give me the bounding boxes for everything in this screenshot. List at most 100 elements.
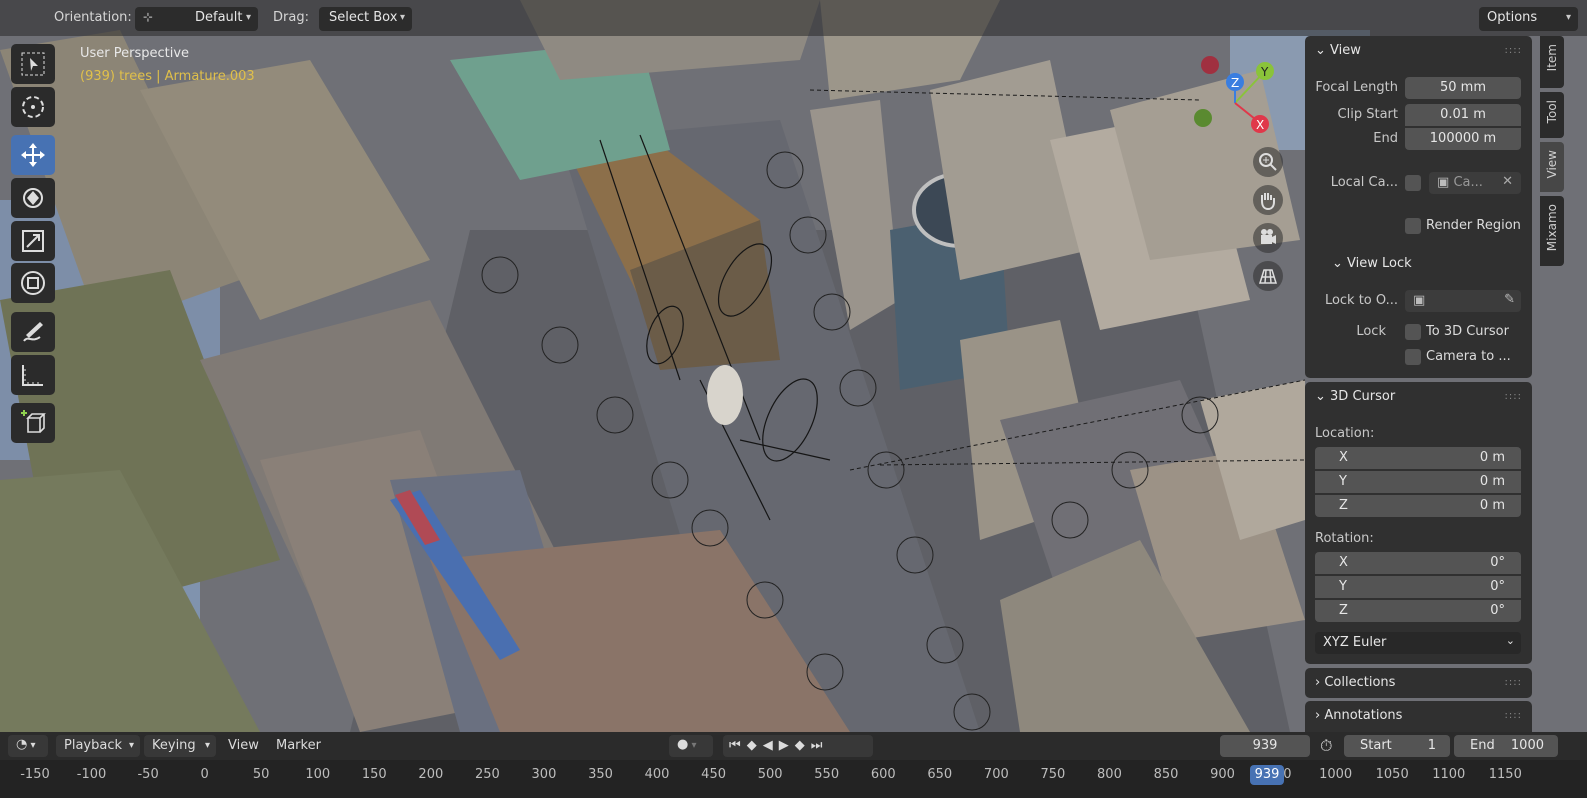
chevron-down-icon: ▾ — [204, 740, 210, 751]
move-tool[interactable] — [11, 135, 55, 175]
drag-handle-icon[interactable]: :::: — [1505, 677, 1522, 688]
view-panel-header[interactable]: ⌄ View — [1315, 43, 1361, 58]
record-button[interactable]: ● ▾ — [669, 735, 713, 757]
play-reverse-icon[interactable]: ◀ — [763, 738, 779, 753]
keying-label: Keying — [152, 738, 196, 753]
blender-window: Orientation: ⊹ Default ▾ Drag: Select Bo… — [0, 0, 1587, 798]
current-frame-indicator[interactable]: 939 — [1250, 765, 1284, 785]
ruler-tick: 350 — [588, 767, 613, 782]
view-lock-header[interactable]: ⌄ View Lock — [1332, 256, 1412, 271]
select-box-tool[interactable] — [11, 44, 55, 84]
rotation-y-field[interactable]: Y 0° — [1315, 576, 1521, 598]
jump-start-icon[interactable]: ⏮ — [729, 738, 747, 753]
drag-dropdown[interactable]: Select Box ▾ — [319, 7, 412, 31]
ruler-tick: 700 — [983, 767, 1009, 782]
location-y-field[interactable]: Y 0 m — [1315, 471, 1521, 493]
clip-end-field[interactable]: 100000 m — [1405, 128, 1521, 150]
rotation-x-field[interactable]: X 0° — [1315, 552, 1521, 574]
annotate-tool[interactable] — [11, 312, 55, 352]
editor-type-button[interactable]: ◔ ▾ — [8, 735, 48, 757]
to-3d-cursor-label: To 3D Cursor — [1426, 324, 1509, 339]
select-box-icon — [21, 52, 45, 76]
focal-length-field[interactable]: 50 mm — [1405, 77, 1521, 99]
annotations-header[interactable]: › Annotations — [1315, 708, 1402, 723]
tab-mixamo[interactable]: Mixamo — [1540, 196, 1564, 266]
camera-object-icon: ▣ — [1437, 175, 1450, 190]
zoom-icon[interactable] — [1253, 147, 1283, 177]
ruler-tick: -150 — [20, 767, 50, 782]
pan-hand-icon[interactable] — [1253, 185, 1283, 215]
keying-menu[interactable]: Keying ▾ — [144, 735, 216, 757]
cursor-tool[interactable] — [11, 87, 55, 127]
ruler-tick: 150 — [361, 767, 387, 782]
sidebar-panel: ⌄ View :::: Focal Length 50 mm Clip Star… — [1305, 36, 1532, 732]
rotation-mode-dropdown[interactable]: XYZ Euler ⌄ — [1315, 632, 1521, 654]
clip-start-field[interactable]: 0.01 m — [1405, 104, 1521, 126]
viewport-subtitle: (939) trees | Armature.003 — [80, 69, 255, 84]
3d-viewport[interactable]: Orientation: ⊹ Default ▾ Drag: Select Bo… — [0, 0, 1587, 732]
location-z-field[interactable]: Z 0 m — [1315, 495, 1521, 517]
scale-icon — [22, 230, 44, 252]
scale-tool[interactable] — [11, 221, 55, 261]
tab-item[interactable]: Item — [1540, 36, 1564, 88]
camera-to-view-label: Camera to ... — [1426, 349, 1511, 364]
view-menu[interactable]: View — [228, 738, 259, 753]
navigation-gizmo[interactable]: Z Y X — [1190, 48, 1290, 148]
ruler-tick: 600 — [870, 767, 896, 782]
end-frame-field[interactable]: End 1000 — [1454, 735, 1558, 757]
play-icon[interactable]: ▶ — [779, 738, 795, 753]
start-frame-field[interactable]: Start 1 — [1344, 735, 1450, 757]
tab-tool[interactable]: Tool — [1540, 92, 1564, 138]
stopwatch-icon[interactable]: ⏱ — [1320, 736, 1332, 756]
transform-tool[interactable] — [11, 263, 55, 303]
current-frame-field[interactable]: 939 — [1220, 735, 1310, 757]
local-camera-field[interactable]: ▣ Ca... ✕ — [1429, 172, 1521, 194]
drag-handle-icon[interactable]: :::: — [1505, 710, 1522, 721]
lock-to-object-label: Lock to O... — [1324, 293, 1398, 308]
tab-view[interactable]: View — [1540, 142, 1564, 192]
local-camera-value: Ca... — [1453, 175, 1483, 190]
marker-menu[interactable]: Marker — [276, 738, 321, 753]
options-dropdown[interactable]: Options ▾ — [1479, 7, 1578, 31]
frame-ruler[interactable]: -150 -100 -50 0 50 100 150 200 250 300 350 400 450 50… — [0, 760, 1587, 798]
playback-menu[interactable]: Playback ▾ — [56, 735, 140, 757]
cursor-panel-header[interactable]: ⌄ 3D Cursor — [1315, 389, 1395, 404]
camera-view-icon[interactable] — [1253, 223, 1283, 253]
add-cube-tool[interactable] — [11, 403, 55, 443]
drag-handle-icon[interactable]: :::: — [1505, 45, 1522, 56]
viewport-title: User Perspective — [80, 46, 190, 61]
perspective-grid-icon[interactable] — [1253, 261, 1283, 291]
to-3d-cursor-checkbox[interactable] — [1405, 324, 1421, 340]
collections-header[interactable]: › Collections — [1315, 675, 1395, 690]
camera-to-view-checkbox[interactable] — [1405, 349, 1421, 365]
ruler-tick: 400 — [644, 767, 670, 782]
ruler-tick: 1100 — [1432, 767, 1466, 782]
clear-icon[interactable]: ✕ — [1502, 174, 1513, 189]
prev-keyframe-icon[interactable]: ◆ — [747, 738, 763, 753]
ruler-tick: 200 — [418, 767, 444, 782]
eyedropper-icon[interactable]: ✎ — [1504, 292, 1515, 307]
render-region-checkbox[interactable] — [1405, 218, 1421, 234]
ruler-tick: -50 — [137, 767, 159, 782]
local-camera-checkbox[interactable] — [1405, 175, 1421, 191]
annotations-panel[interactable]: › Annotations :::: — [1305, 701, 1532, 732]
chevron-down-icon: ▾ — [688, 740, 697, 751]
focal-length-label: Focal Length — [1315, 80, 1398, 95]
drag-value: Select Box — [329, 10, 398, 25]
rotation-z-field[interactable]: Z 0° — [1315, 600, 1521, 622]
rotate-tool[interactable] — [11, 178, 55, 218]
chevron-down-icon: ▾ — [27, 740, 36, 751]
cursor-panel-title: 3D Cursor — [1330, 389, 1396, 404]
lock-to-object-field[interactable]: ▣ ✎ — [1405, 290, 1521, 312]
next-keyframe-icon[interactable]: ◆ — [795, 738, 811, 753]
collections-panel[interactable]: › Collections :::: — [1305, 668, 1532, 698]
measure-tool[interactable] — [11, 355, 55, 395]
playback-controls[interactable]: ⏮◆◀▶◆⏭ — [723, 735, 873, 757]
orientation-dropdown[interactable]: ⊹ Default ▾ — [135, 7, 258, 31]
chevron-down-icon: ▾ — [1565, 12, 1571, 23]
drag-handle-icon[interactable]: :::: — [1505, 391, 1522, 402]
ruler-tick: 300 — [531, 767, 557, 782]
orientation-icon: ⊹ — [143, 10, 154, 24]
location-x-field[interactable]: X 0 m — [1315, 447, 1521, 469]
jump-end-icon[interactable]: ⏭ — [811, 738, 829, 753]
